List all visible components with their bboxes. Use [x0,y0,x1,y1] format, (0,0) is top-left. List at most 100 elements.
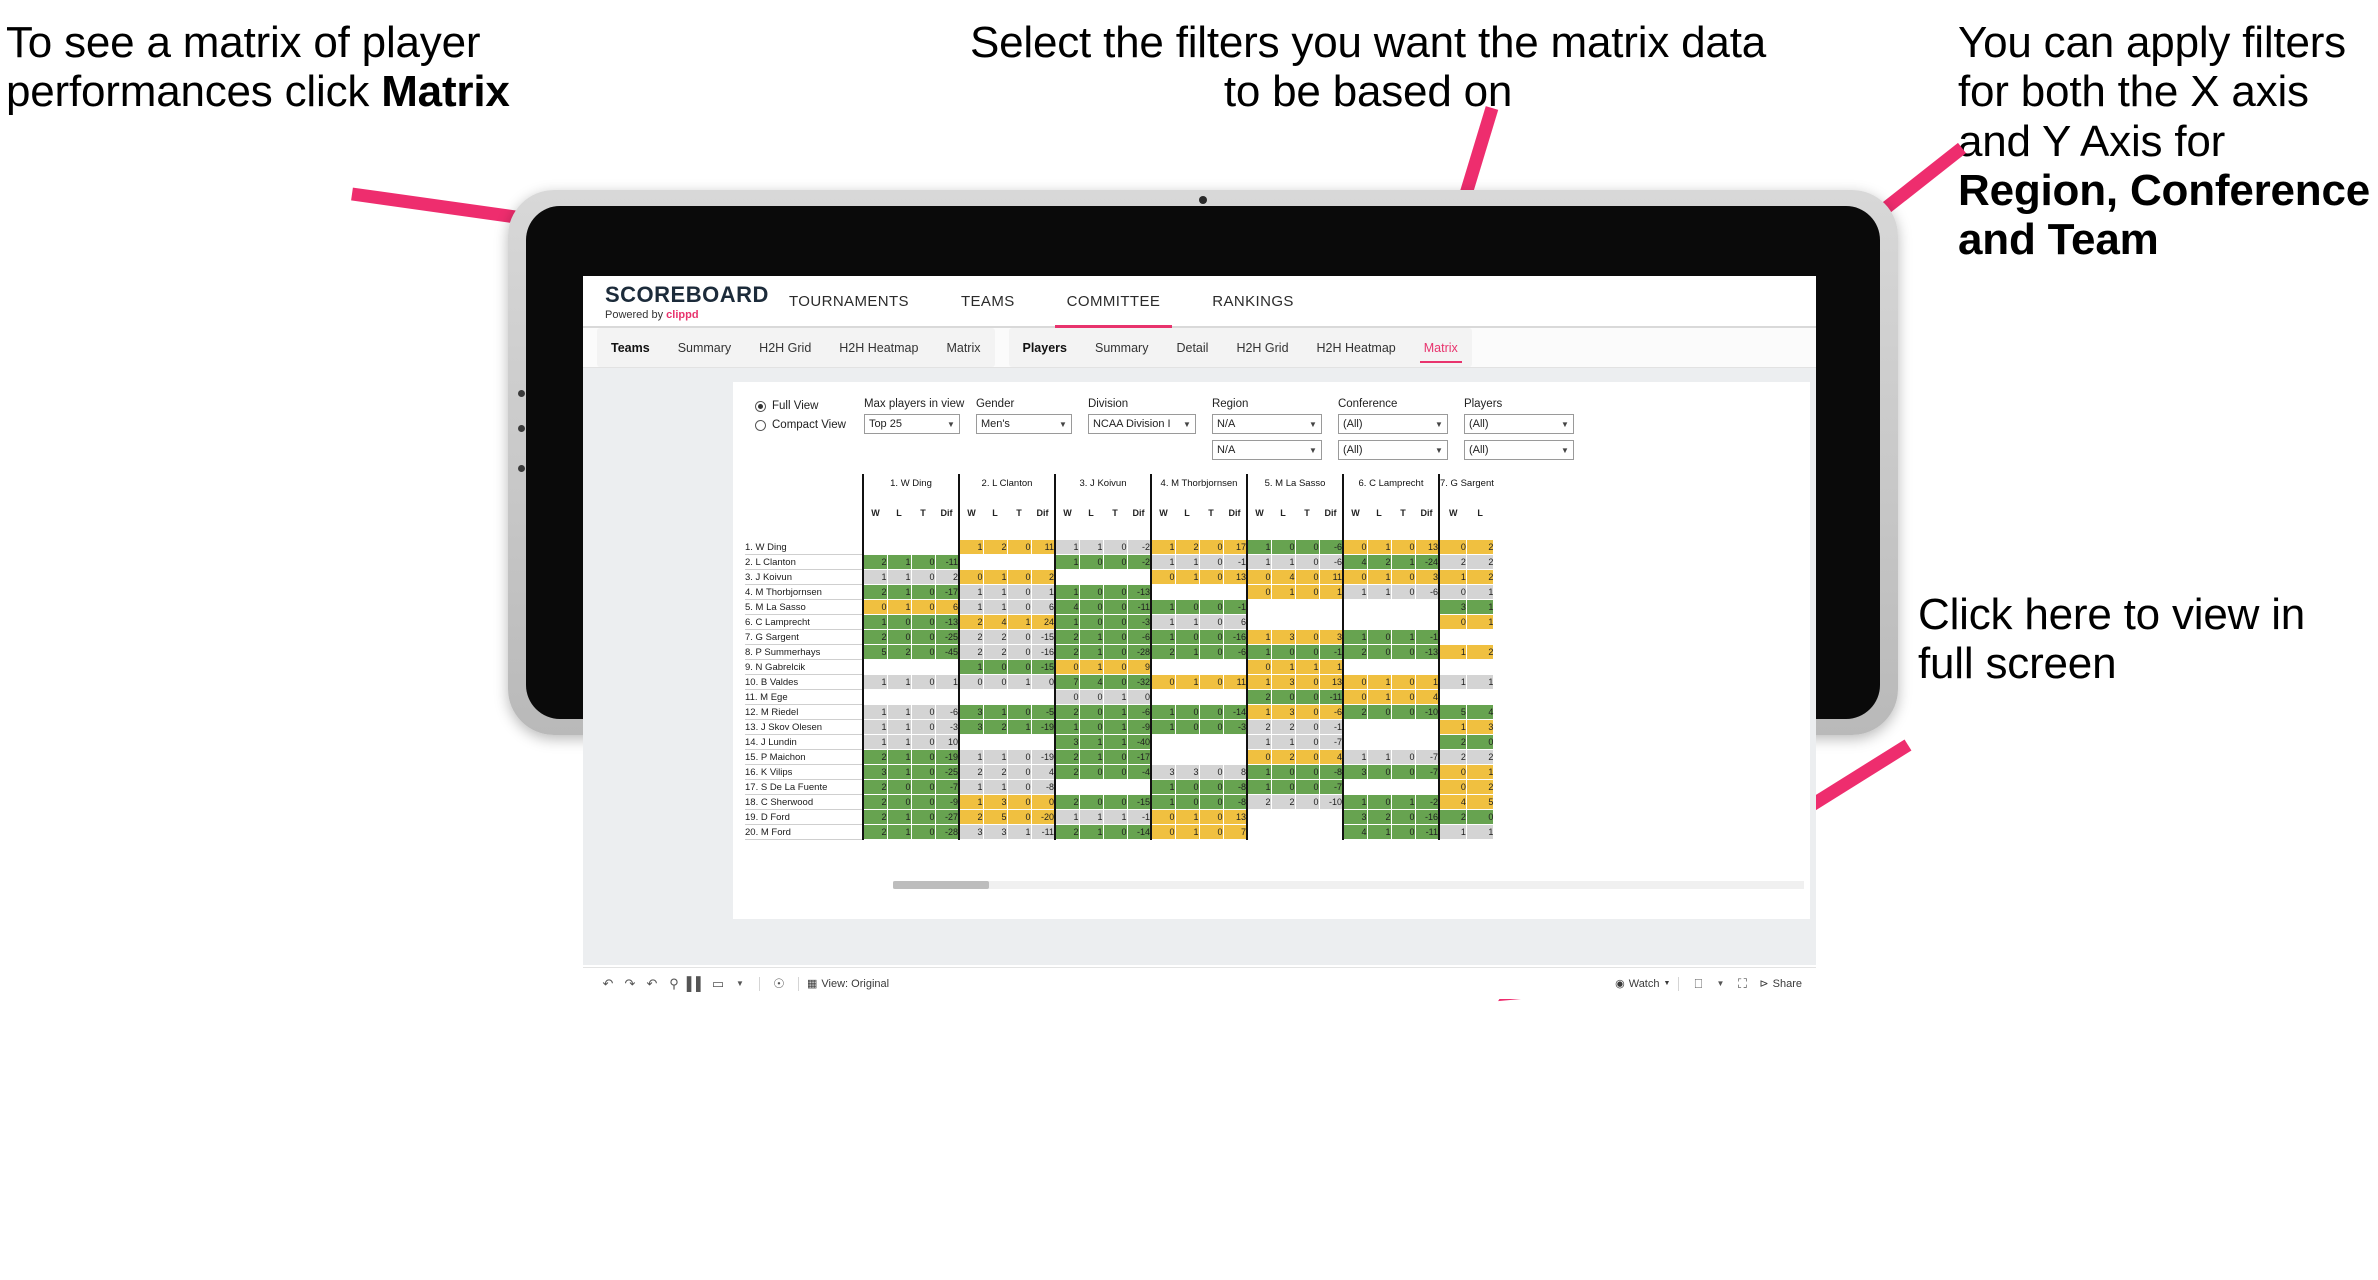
matrix-cell[interactable]: -7 [1319,734,1344,750]
radio-full-view[interactable]: Full View [755,400,846,412]
matrix-cell[interactable]: 0 [911,764,936,780]
matrix-cell[interactable]: 0 [1342,689,1368,705]
matrix-cell[interactable]: 1 [1466,584,1495,600]
chevron-down-icon[interactable]: ▼ [1709,973,1731,995]
matrix-cell[interactable]: 0 [1391,569,1416,585]
matrix-cell[interactable]: 1 [1103,734,1128,750]
matrix-cell[interactable]: -8 [1319,764,1344,780]
select-players[interactable]: (All) ▼ [1463,414,1574,434]
matrix-cell[interactable]: 1 [887,599,912,615]
matrix-cell[interactable]: 2 [1150,644,1176,660]
matrix-cell[interactable] [1319,809,1344,825]
matrix-cell[interactable]: 1 [1175,824,1200,840]
matrix-cell[interactable]: 0 [1295,719,1320,735]
matrix-cell[interactable] [1175,749,1200,765]
matrix-cell[interactable] [935,540,960,555]
matrix-cell[interactable]: -6 [1415,584,1440,600]
matrix-cell[interactable] [1246,809,1272,825]
matrix-cell[interactable]: 0 [911,794,936,810]
matrix-cell[interactable]: 1 [1054,719,1080,735]
matrix-cell[interactable]: 1 [1150,704,1176,720]
matrix-cell[interactable]: 2 [1054,749,1080,765]
matrix-cell[interactable]: 2 [1466,644,1495,660]
matrix-cell[interactable] [983,689,1008,705]
matrix-cell[interactable]: -13 [1127,584,1152,600]
matrix-cell[interactable]: 5 [983,809,1008,825]
matrix-cell[interactable]: 1 [983,779,1008,795]
matrix-cell[interactable]: 0 [911,674,936,690]
matrix-cell[interactable]: -32 [1127,674,1152,690]
matrix-cell[interactable] [887,689,912,705]
matrix-cell[interactable]: -13 [1415,644,1440,660]
matrix-cell[interactable]: -14 [1127,824,1152,840]
matrix-cell[interactable] [1367,734,1392,750]
matrix-cell[interactable]: -6 [1319,554,1344,570]
matrix-cell[interactable]: 0 [1150,824,1176,840]
matrix-cell[interactable]: 0 [1150,674,1176,690]
matrix-cell[interactable]: 0 [1295,629,1320,645]
topnav-item-tournaments[interactable]: TOURNAMENTS [763,276,935,326]
matrix-cell[interactable]: 2 [1342,644,1368,660]
matrix-cell[interactable]: 0 [1079,794,1104,810]
matrix-cell[interactable]: 0 [1007,779,1032,795]
horizontal-scrollbar[interactable] [893,881,1804,889]
matrix-cell[interactable]: 0 [1391,764,1416,780]
matrix-cell[interactable]: 1 [1150,540,1176,555]
matrix-cell[interactable]: 2 [1054,629,1080,645]
matrix-cell[interactable] [1199,749,1224,765]
matrix-cell[interactable]: -5 [1031,704,1056,720]
matrix-cell[interactable]: 0 [1271,644,1296,660]
subnav-item-h2h-heatmap[interactable]: H2H Heatmap [1303,328,1410,367]
subnav-item-matrix[interactable]: Matrix [932,328,994,367]
matrix-cell[interactable] [1295,824,1320,840]
matrix-cell[interactable] [1127,779,1152,795]
matrix-cell[interactable]: 0 [1054,689,1080,705]
matrix-cell[interactable]: 1 [1079,824,1104,840]
matrix-cell[interactable]: 1 [887,809,912,825]
matrix-cell[interactable]: 0 [1199,824,1224,840]
matrix-cell[interactable]: 0 [1437,540,1467,555]
matrix-cell[interactable] [1223,689,1248,705]
matrix-cell[interactable]: -2 [1127,540,1152,555]
matrix-cell[interactable]: 0 [887,794,912,810]
matrix-cell[interactable]: 2 [1175,540,1200,555]
matrix-cell[interactable]: 3 [1271,674,1296,690]
matrix-cell[interactable]: 0 [1127,689,1152,705]
matrix-cell[interactable]: 1 [1103,719,1128,735]
matrix-cell[interactable]: 0 [1103,629,1128,645]
matrix-cell[interactable]: 17 [1223,540,1248,555]
matrix-cell[interactable]: -6 [935,704,960,720]
matrix-cell[interactable] [1079,569,1104,585]
matrix-cell[interactable] [1319,614,1344,630]
matrix-cell[interactable]: 1 [1054,540,1080,555]
matrix-cell[interactable] [1415,659,1440,675]
matrix-cell[interactable]: 1 [1342,629,1368,645]
matrix-cell[interactable]: 0 [911,614,936,630]
matrix-cell[interactable] [1415,779,1440,795]
matrix-cell[interactable]: 3 [983,794,1008,810]
matrix-cell[interactable] [1150,584,1176,600]
matrix-cell[interactable]: -3 [935,719,960,735]
matrix-cell[interactable]: -11 [1127,599,1152,615]
matrix-cell[interactable]: 0 [1199,674,1224,690]
matrix-cell[interactable]: 0 [911,749,936,765]
matrix-cell[interactable]: 1 [1246,779,1272,795]
matrix-cell[interactable]: 1 [1367,689,1392,705]
matrix-cell[interactable]: 0 [1295,584,1320,600]
matrix-cell[interactable]: 1 [1150,614,1176,630]
matrix-cell[interactable]: 1 [1175,644,1200,660]
matrix-cell[interactable]: 2 [1437,749,1467,765]
matrix-cell[interactable]: 1 [1319,584,1344,600]
share-button[interactable]: ⊳ Share [1759,977,1802,991]
comment-icon[interactable]: ☉ [768,973,790,995]
matrix-cell[interactable]: 0 [1103,554,1128,570]
matrix-cell[interactable]: -7 [1415,764,1440,780]
matrix-cell[interactable]: -25 [935,764,960,780]
matrix-cell[interactable]: -6 [1319,704,1344,720]
matrix-cell[interactable]: 4 [983,614,1008,630]
matrix-cell[interactable] [1271,809,1296,825]
matrix-cell[interactable] [1175,659,1200,675]
matrix-cell[interactable]: 2 [1271,749,1296,765]
subnav-item-matrix[interactable]: Matrix [1410,328,1472,367]
matrix-cell[interactable]: -45 [935,644,960,660]
